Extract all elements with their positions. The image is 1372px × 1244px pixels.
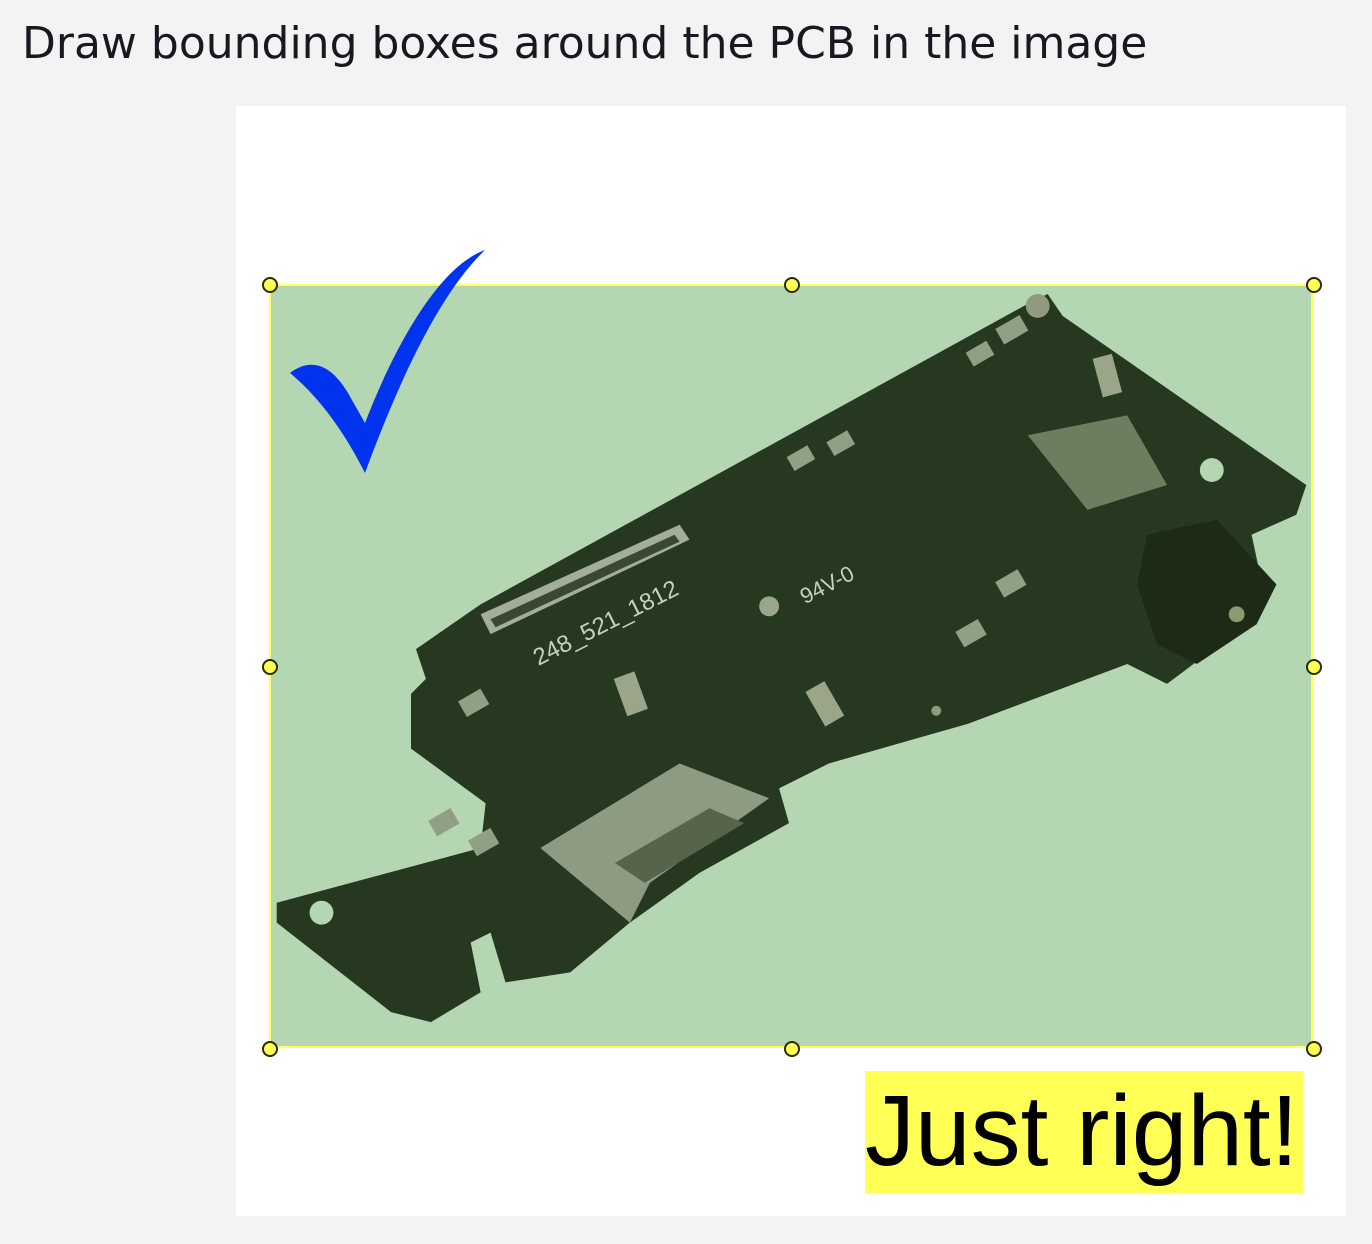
handle-bottom-right[interactable]: [1306, 1041, 1322, 1057]
verdict-label: Just right!: [865, 1071, 1303, 1193]
handle-bottom-left[interactable]: [262, 1041, 278, 1057]
task-instruction: Draw bounding boxes around the PCB in th…: [22, 18, 1148, 69]
verdict-text: Just right!: [865, 1075, 1299, 1187]
handle-top-left[interactable]: [262, 277, 278, 293]
handle-top-center[interactable]: [784, 277, 800, 293]
checkmark-icon: [290, 250, 485, 473]
image-canvas[interactable]: 248_521_1812 94V-0 Just right!: [236, 106, 1346, 1216]
handle-middle-right[interactable]: [1306, 659, 1322, 675]
handle-top-right[interactable]: [1306, 277, 1322, 293]
handle-middle-left[interactable]: [262, 659, 278, 675]
handle-bottom-center[interactable]: [784, 1041, 800, 1057]
